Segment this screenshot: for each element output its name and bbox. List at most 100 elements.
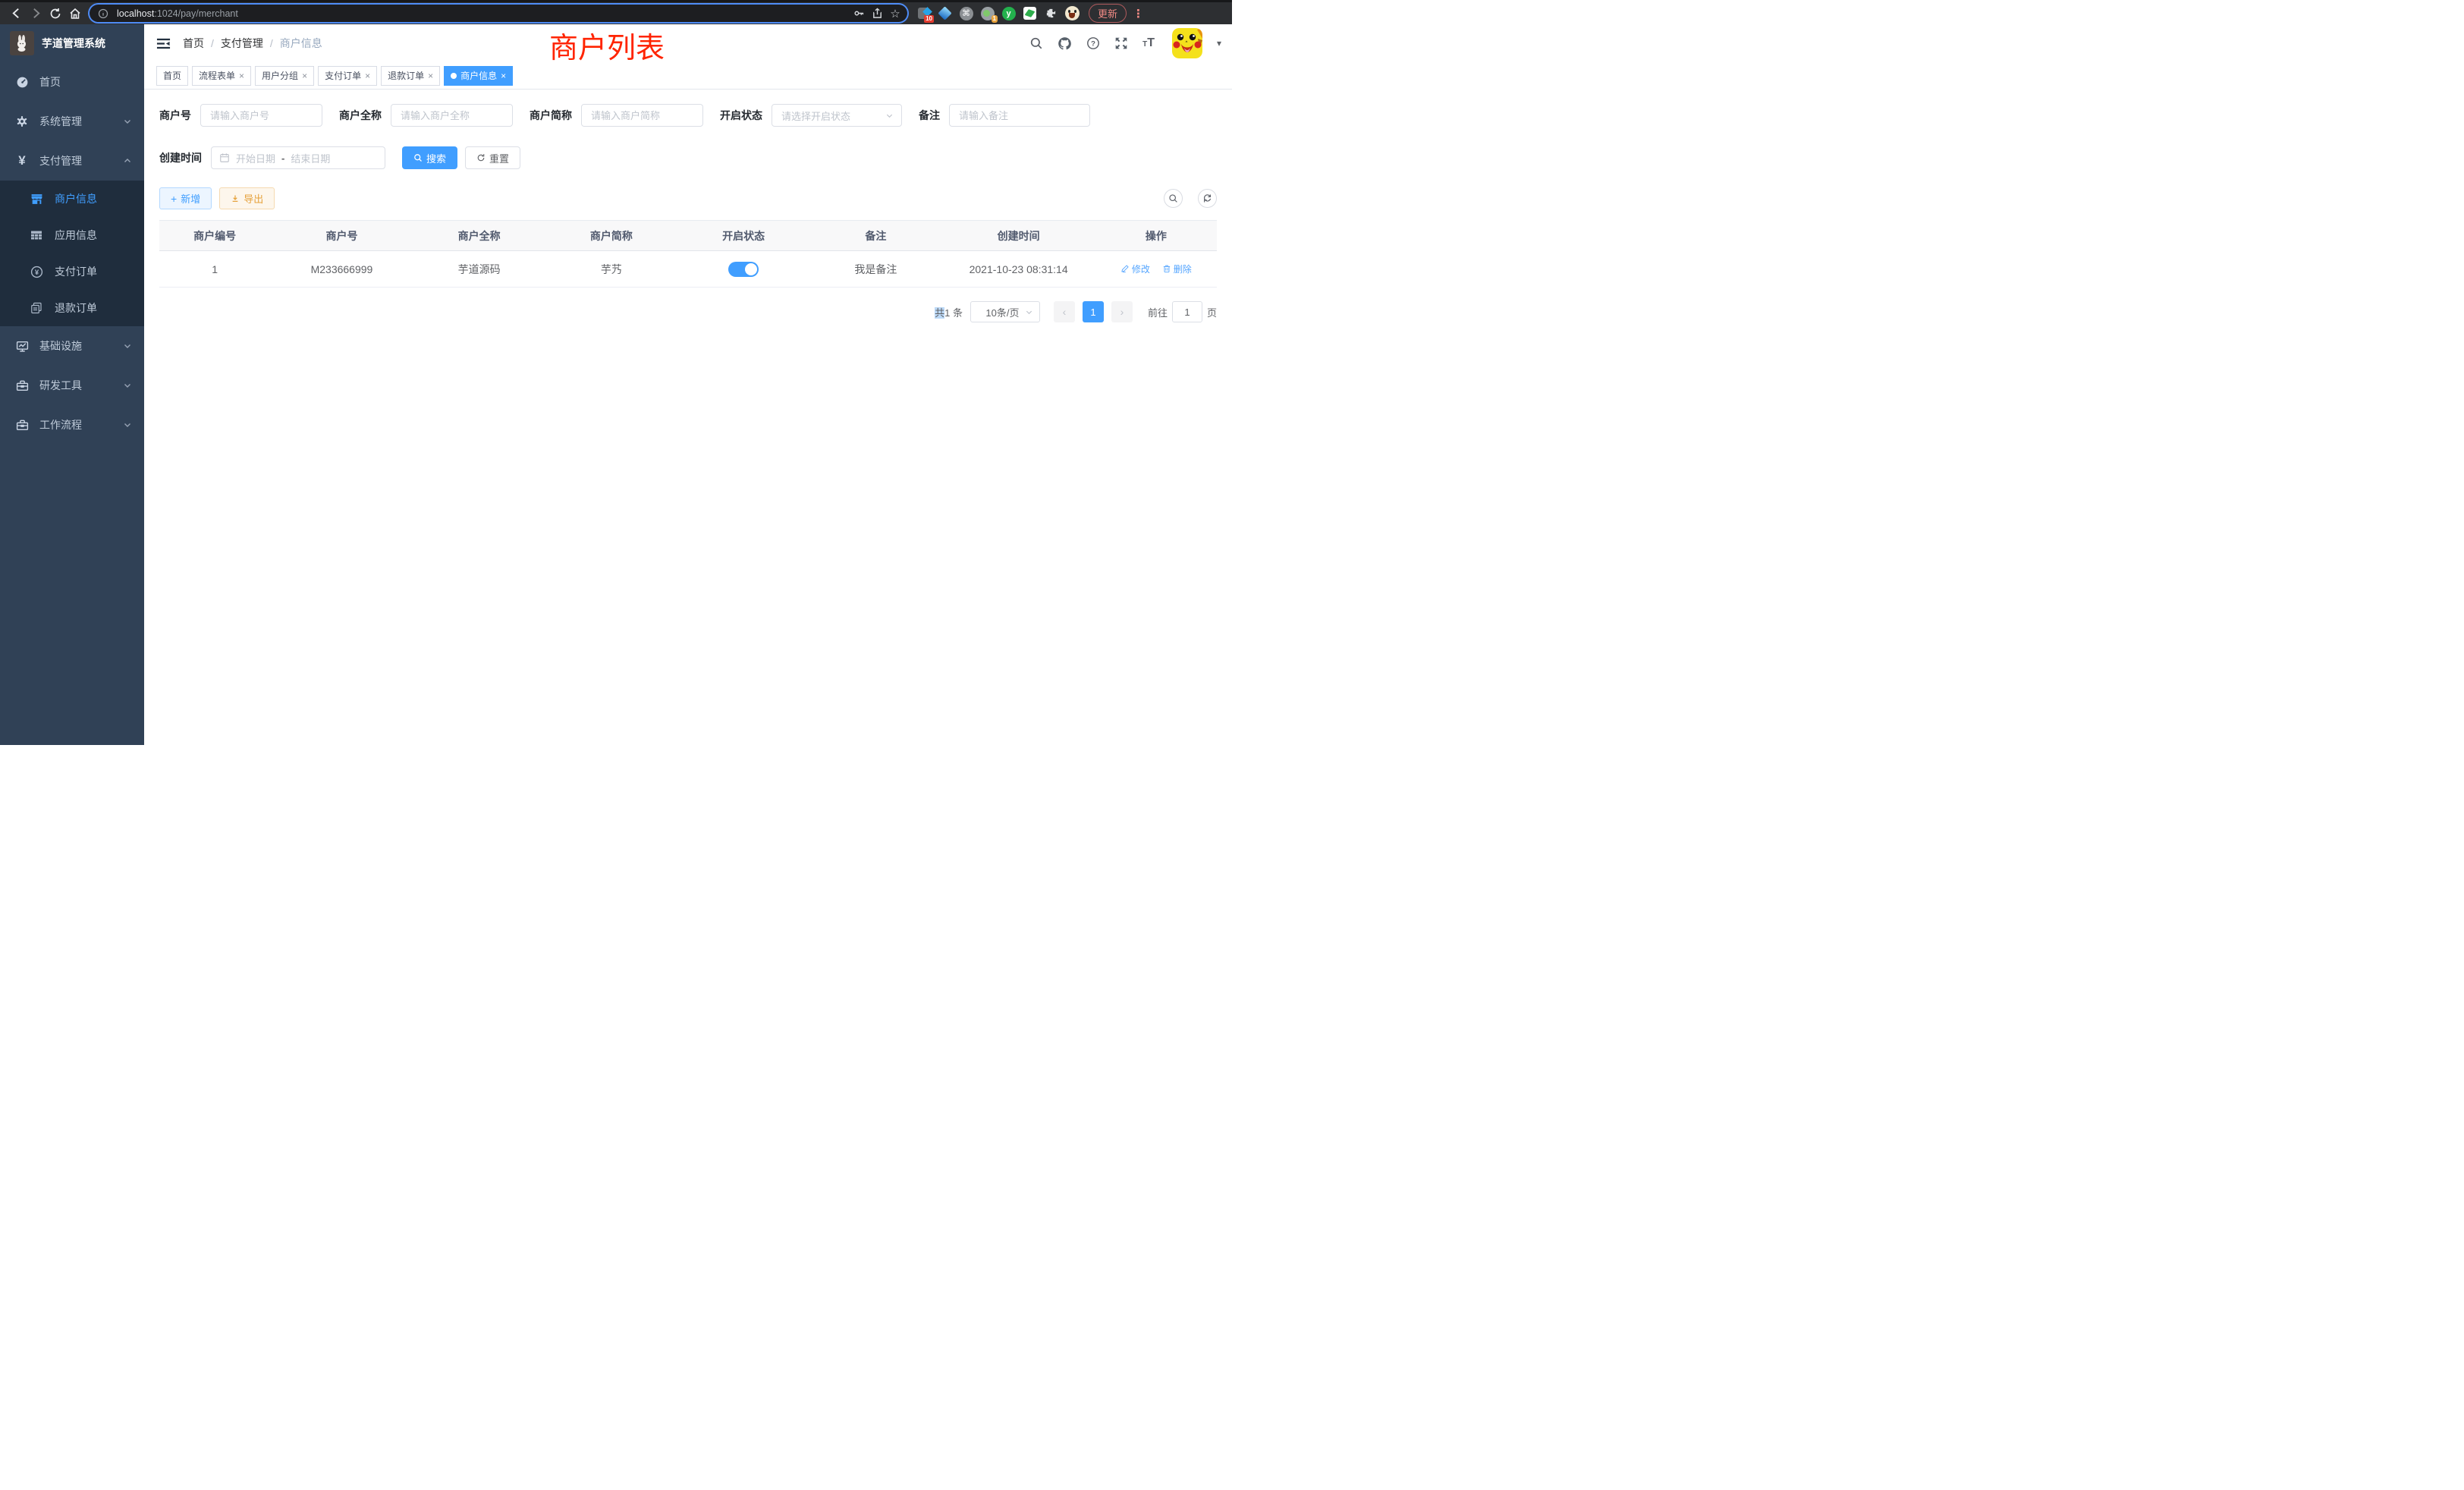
logo-rabbit-icon [10,31,34,55]
plus-icon: + [171,193,177,205]
col-short-name: 商户简称 [545,221,677,251]
password-key-icon[interactable] [850,4,868,24]
extension-leaf-icon[interactable] [1023,6,1037,20]
toggle-search-button[interactable] [1164,189,1183,208]
status-select[interactable]: 请选择开启状态 [772,104,902,127]
download-icon [231,194,240,203]
sidebar-item-label: 工作流程 [39,417,82,432]
page-annotation: 商户列表 [549,24,665,66]
sidebar-item-pay-order[interactable]: ¥ 支付订单 [0,253,144,290]
sidebar-item-workflow[interactable]: 工作流程 [0,405,144,445]
refresh-table-button[interactable] [1198,189,1217,208]
sidebar-logo[interactable]: 芋道管理系统 [0,24,144,62]
tag-process-form[interactable]: 流程表单× [192,66,251,86]
fullscreen-icon[interactable] [1114,36,1128,50]
browser-forward-icon[interactable] [26,4,46,24]
tag-user-group[interactable]: 用户分组× [255,66,314,86]
prev-page-button[interactable]: ‹ [1054,301,1075,322]
sidebar-item-infrastructure[interactable]: 基础设施 [0,326,144,366]
tab-close-icon[interactable]: × [428,71,433,81]
tag-pay-order[interactable]: 支付订单× [318,66,377,86]
merchant-no-label: 商户号 [159,108,200,123]
total-count: 共1 条 [935,305,963,319]
remark-label: 备注 [919,108,949,123]
page-content: 商户号 商户全称 商户简称 开启状态 请选择开启状态 [144,90,1232,745]
sidebar-item-label: 系统管理 [39,114,82,129]
edit-link[interactable]: 修改 [1120,262,1150,275]
extension-grid-icon[interactable]: 10 [916,6,931,20]
reset-button[interactable]: 重置 [465,146,520,169]
help-icon[interactable]: ? [1086,36,1100,50]
sidebar-item-refund-order[interactable]: 退款订单 [0,290,144,326]
tab-close-icon[interactable]: × [365,71,370,81]
extension-camera-icon[interactable]: 1 [980,6,995,20]
toolbox-icon [15,379,29,392]
add-button[interactable]: + 新增 [159,187,212,209]
full-name-input[interactable] [391,104,513,127]
extensions-puzzle-icon[interactable] [1044,6,1058,20]
export-button[interactable]: 导出 [219,187,275,209]
avatar-caret-down-icon[interactable]: ▾ [1217,38,1221,49]
sidebar-submenu-payment: 商户信息 应用信息 ¥ 支付订单 [0,181,144,326]
bookmark-star-icon[interactable]: ☆ [886,4,904,24]
gear-icon [15,115,29,127]
tab-close-icon[interactable]: × [239,71,244,81]
sidebar-item-merchant-info[interactable]: 商户信息 [0,181,144,217]
breadcrumb-payment[interactable]: 支付管理 [221,36,263,51]
pencil-icon [1120,264,1130,273]
page-size-select[interactable]: 10条/页 [970,301,1040,322]
status-toggle-on[interactable] [728,262,759,277]
extension-gem-icon[interactable] [938,6,952,20]
search-button[interactable]: 搜索 [402,146,457,169]
chevron-down-icon [123,341,132,350]
sidebar-item-system[interactable]: 系统管理 [0,102,144,141]
toolbox-icon [15,419,29,432]
remark-input[interactable] [949,104,1090,127]
sidebar-fold-icon[interactable] [156,36,171,51]
user-avatar[interactable] [1172,28,1202,58]
short-name-input[interactable] [581,104,703,127]
next-page-button[interactable]: › [1111,301,1133,322]
refresh-icon [476,153,486,162]
chevron-down-icon [123,117,132,126]
delete-link[interactable]: 删除 [1162,262,1192,275]
extension-y-icon[interactable]: y [1001,6,1016,20]
merchant-no-input[interactable] [200,104,322,127]
browser-menu-icon[interactable]: ⋮ [1133,7,1144,20]
header-search-icon[interactable] [1029,36,1043,50]
tag-refund-order[interactable]: 退款订单× [381,66,440,86]
table-row: 1 M233666999 芋道源码 芋艿 我是备注 2021-10-23 08:… [159,251,1217,288]
profile-avatar-icon[interactable] [1065,6,1080,20]
documents-icon [30,302,43,314]
tag-home[interactable]: 首页 [156,66,188,86]
sidebar-item-dev-tools[interactable]: 研发工具 [0,366,144,405]
sidebar-item-label: 支付管理 [39,153,82,168]
active-dot [451,73,457,79]
browser-back-icon[interactable] [6,4,26,24]
create-time-range-picker[interactable]: 开始日期 - 结束日期 [211,146,385,169]
cell-create-time: 2021-10-23 08:31:14 [942,251,1095,288]
tab-close-icon[interactable]: × [302,71,307,81]
chrome-update-button[interactable]: 更新 [1089,4,1127,23]
chevron-down-icon [1025,308,1033,316]
github-icon[interactable] [1058,36,1072,51]
extension-command-icon[interactable]: ⌘ [959,6,973,20]
browser-address-bar[interactable]: localhost:1024/pay/merchant ☆ [90,5,907,22]
share-icon[interactable] [868,4,886,24]
goto-page-input[interactable] [1172,301,1202,322]
browser-home-icon[interactable] [65,4,85,24]
page-number-1[interactable]: 1 [1083,301,1104,322]
font-size-icon[interactable]: TT [1142,37,1155,49]
breadcrumb-home[interactable]: 首页 [183,36,204,51]
end-date-placeholder: 结束日期 [291,151,330,165]
col-merchant-id: 商户编号 [159,221,270,251]
tab-close-icon[interactable]: × [501,71,506,81]
cell-merchant-no: M233666999 [270,251,413,288]
sidebar-item-payment[interactable]: ¥ 支付管理 [0,141,144,181]
tag-merchant-info[interactable]: 商户信息× [444,66,513,86]
browser-reload-icon[interactable] [46,4,65,24]
site-info-icon[interactable] [94,4,112,24]
tags-view-bar: 首页 流程表单× 用户分组× 支付订单× 退款订单× 商户信息× [144,62,1232,90]
sidebar-item-home[interactable]: 首页 [0,62,144,102]
sidebar-item-app-info[interactable]: 应用信息 [0,217,144,253]
